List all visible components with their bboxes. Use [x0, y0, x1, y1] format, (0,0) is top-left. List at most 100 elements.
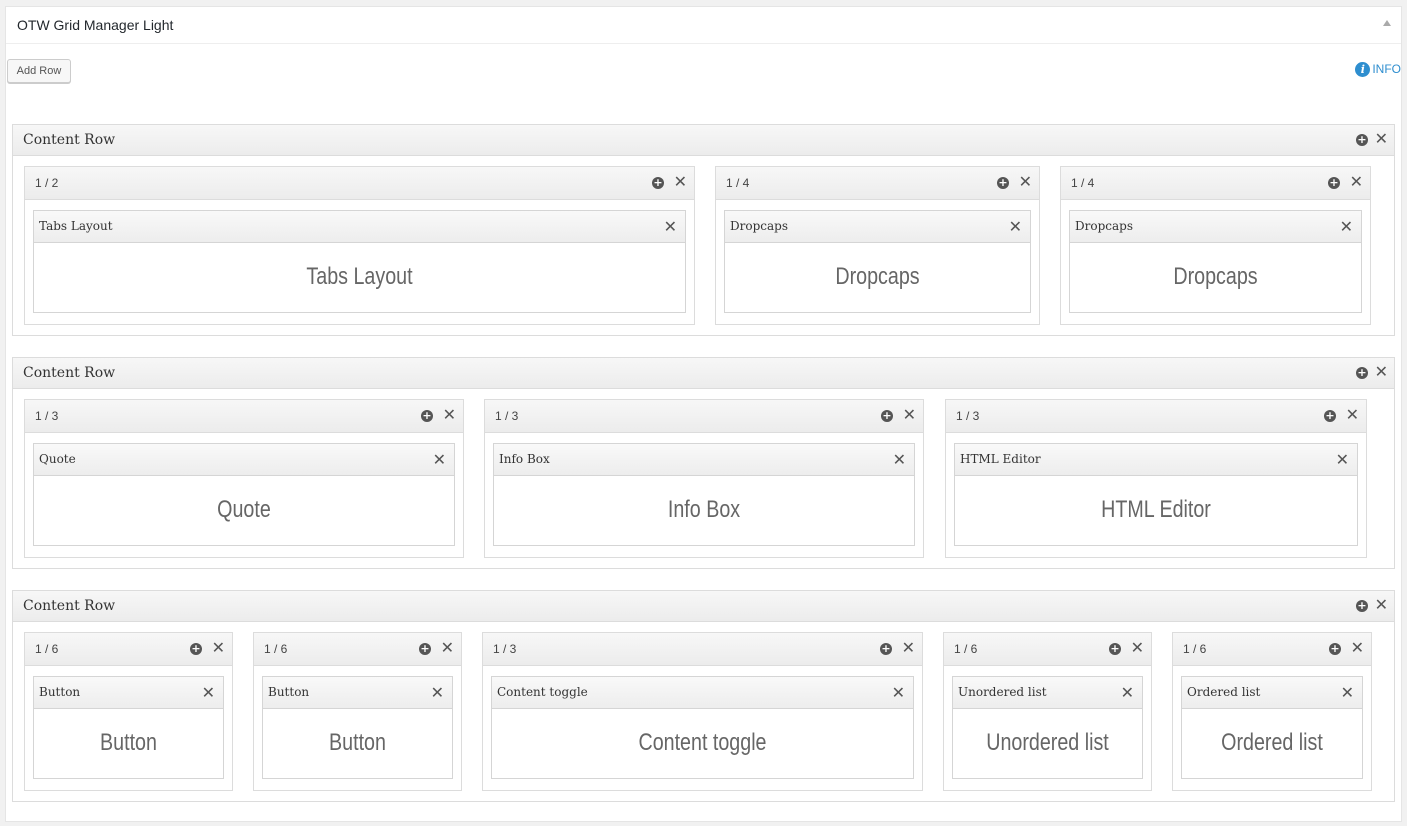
- add-widget-plus-icon[interactable]: +: [1328, 177, 1340, 189]
- widget[interactable]: Tabs Layout ✕ Tabs Layout: [33, 210, 686, 313]
- column-header[interactable]: 1 / 3 + ✕: [485, 400, 923, 433]
- add-column-plus-icon[interactable]: +: [1356, 600, 1368, 612]
- column-size[interactable]: 1 / 6: [954, 642, 977, 656]
- column: 1 / 6 + ✕ Button ✕ Button: [24, 632, 233, 791]
- delete-column-close-icon[interactable]: ✕: [443, 407, 456, 423]
- column-header[interactable]: 1 / 3 + ✕: [946, 400, 1366, 433]
- column-size[interactable]: 1 / 3: [493, 642, 516, 656]
- add-widget-plus-icon[interactable]: +: [1329, 643, 1341, 655]
- delete-column-close-icon[interactable]: ✕: [674, 174, 687, 190]
- delete-widget-close-icon[interactable]: ✕: [1009, 219, 1022, 235]
- row-title: Content Row: [23, 598, 116, 614]
- add-widget-plus-icon[interactable]: +: [652, 177, 664, 189]
- widget[interactable]: Button ✕ Button: [33, 676, 224, 779]
- delete-widget-close-icon[interactable]: ✕: [433, 452, 446, 468]
- add-row-button[interactable]: Add Row: [7, 59, 71, 83]
- delete-column-close-icon[interactable]: ✕: [212, 640, 225, 656]
- delete-column-close-icon[interactable]: ✕: [1346, 407, 1359, 423]
- delete-widget-close-icon[interactable]: ✕: [1336, 452, 1349, 468]
- widget[interactable]: HTML Editor ✕ HTML Editor: [954, 443, 1358, 546]
- info-link[interactable]: i INFO: [1355, 61, 1401, 77]
- add-widget-plus-icon[interactable]: +: [997, 177, 1009, 189]
- add-column-plus-icon[interactable]: +: [1356, 367, 1368, 379]
- delete-widget-close-icon[interactable]: ✕: [202, 685, 215, 701]
- widget[interactable]: Ordered list ✕ Ordered list: [1181, 676, 1363, 779]
- column-header[interactable]: 1 / 4 + ✕: [1061, 167, 1370, 200]
- widget-preview: Content toggle: [638, 729, 767, 756]
- column-size[interactable]: 1 / 3: [35, 409, 58, 423]
- widget[interactable]: Quote ✕ Quote: [33, 443, 455, 546]
- column: 1 / 6 + ✕ Unordered list ✕ Unordered lis…: [943, 632, 1152, 791]
- column-header[interactable]: 1 / 6 + ✕: [254, 633, 461, 666]
- column-header[interactable]: 1 / 6 + ✕: [1173, 633, 1371, 666]
- column-header[interactable]: 1 / 4 + ✕: [716, 167, 1039, 200]
- widget-header[interactable]: Ordered list ✕: [1182, 677, 1362, 709]
- column: 1 / 3 + ✕ Info Box ✕ Info Box: [484, 399, 924, 558]
- delete-widget-close-icon[interactable]: ✕: [893, 452, 906, 468]
- add-widget-plus-icon[interactable]: +: [1109, 643, 1121, 655]
- delete-widget-close-icon[interactable]: ✕: [431, 685, 444, 701]
- widget-header[interactable]: Dropcaps ✕: [1070, 211, 1361, 243]
- delete-column-close-icon[interactable]: ✕: [902, 640, 915, 656]
- widget-header[interactable]: Quote ✕: [34, 444, 454, 476]
- column-size[interactable]: 1 / 6: [264, 642, 287, 656]
- delete-column-close-icon[interactable]: ✕: [1351, 640, 1364, 656]
- delete-widget-close-icon[interactable]: ✕: [1121, 685, 1134, 701]
- delete-column-close-icon[interactable]: ✕: [903, 407, 916, 423]
- column-size[interactable]: 1 / 6: [35, 642, 58, 656]
- column-size[interactable]: 1 / 2: [35, 176, 58, 190]
- column-size[interactable]: 1 / 4: [1071, 176, 1094, 190]
- delete-column-close-icon[interactable]: ✕: [441, 640, 454, 656]
- delete-row-close-icon[interactable]: ✕: [1375, 131, 1388, 147]
- widget-preview: Button: [329, 729, 386, 756]
- row-header[interactable]: Content Row + ✕: [13, 591, 1394, 622]
- column-size[interactable]: 1 / 6: [1183, 642, 1206, 656]
- widget-preview: Quote: [217, 496, 271, 523]
- collapse-arrow-icon[interactable]: [1383, 20, 1391, 26]
- widget-header[interactable]: Tabs Layout ✕: [34, 211, 685, 243]
- widget[interactable]: Button ✕ Button: [262, 676, 453, 779]
- add-column-plus-icon[interactable]: +: [1356, 134, 1368, 146]
- widget-title: Dropcaps: [730, 219, 788, 233]
- row-header[interactable]: Content Row + ✕: [13, 358, 1394, 389]
- widget[interactable]: Content toggle ✕ Content toggle: [491, 676, 914, 779]
- widget-header[interactable]: Button ✕: [34, 677, 223, 709]
- widget[interactable]: Dropcaps ✕ Dropcaps: [1069, 210, 1362, 313]
- column-header[interactable]: 1 / 6 + ✕: [944, 633, 1151, 666]
- delete-row-close-icon[interactable]: ✕: [1375, 364, 1388, 380]
- delete-row-close-icon[interactable]: ✕: [1375, 597, 1388, 613]
- delete-widget-close-icon[interactable]: ✕: [664, 219, 677, 235]
- widget-preview: Ordered list: [1221, 729, 1323, 756]
- widget-header[interactable]: Content toggle ✕: [492, 677, 913, 709]
- column-header[interactable]: 1 / 3 + ✕: [483, 633, 922, 666]
- column-header[interactable]: 1 / 2 + ✕: [25, 167, 694, 200]
- widget-header[interactable]: HTML Editor ✕: [955, 444, 1357, 476]
- widget-header[interactable]: Unordered list ✕: [953, 677, 1142, 709]
- delete-widget-close-icon[interactable]: ✕: [892, 685, 905, 701]
- delete-widget-close-icon[interactable]: ✕: [1341, 685, 1354, 701]
- column-size[interactable]: 1 / 4: [726, 176, 749, 190]
- delete-column-close-icon[interactable]: ✕: [1350, 174, 1363, 190]
- column-size[interactable]: 1 / 3: [495, 409, 518, 423]
- add-widget-plus-icon[interactable]: +: [421, 410, 433, 422]
- widget[interactable]: Dropcaps ✕ Dropcaps: [724, 210, 1031, 313]
- delete-column-close-icon[interactable]: ✕: [1131, 640, 1144, 656]
- column-size[interactable]: 1 / 3: [956, 409, 979, 423]
- row-header[interactable]: Content Row + ✕: [13, 125, 1394, 156]
- widget[interactable]: Unordered list ✕ Unordered list: [952, 676, 1143, 779]
- delete-widget-close-icon[interactable]: ✕: [1340, 219, 1353, 235]
- widget-header[interactable]: Dropcaps ✕: [725, 211, 1030, 243]
- widget[interactable]: Info Box ✕ Info Box: [493, 443, 915, 546]
- add-widget-plus-icon[interactable]: +: [1324, 410, 1336, 422]
- add-widget-plus-icon[interactable]: +: [419, 643, 431, 655]
- add-widget-plus-icon[interactable]: +: [190, 643, 202, 655]
- column-header[interactable]: 1 / 3 + ✕: [25, 400, 463, 433]
- column-header[interactable]: 1 / 6 + ✕: [25, 633, 232, 666]
- panel-header[interactable]: OTW Grid Manager Light: [6, 7, 1401, 44]
- widget-title: Button: [268, 685, 310, 699]
- widget-header[interactable]: Button ✕: [263, 677, 452, 709]
- widget-header[interactable]: Info Box ✕: [494, 444, 914, 476]
- add-widget-plus-icon[interactable]: +: [881, 410, 893, 422]
- add-widget-plus-icon[interactable]: +: [880, 643, 892, 655]
- delete-column-close-icon[interactable]: ✕: [1019, 174, 1032, 190]
